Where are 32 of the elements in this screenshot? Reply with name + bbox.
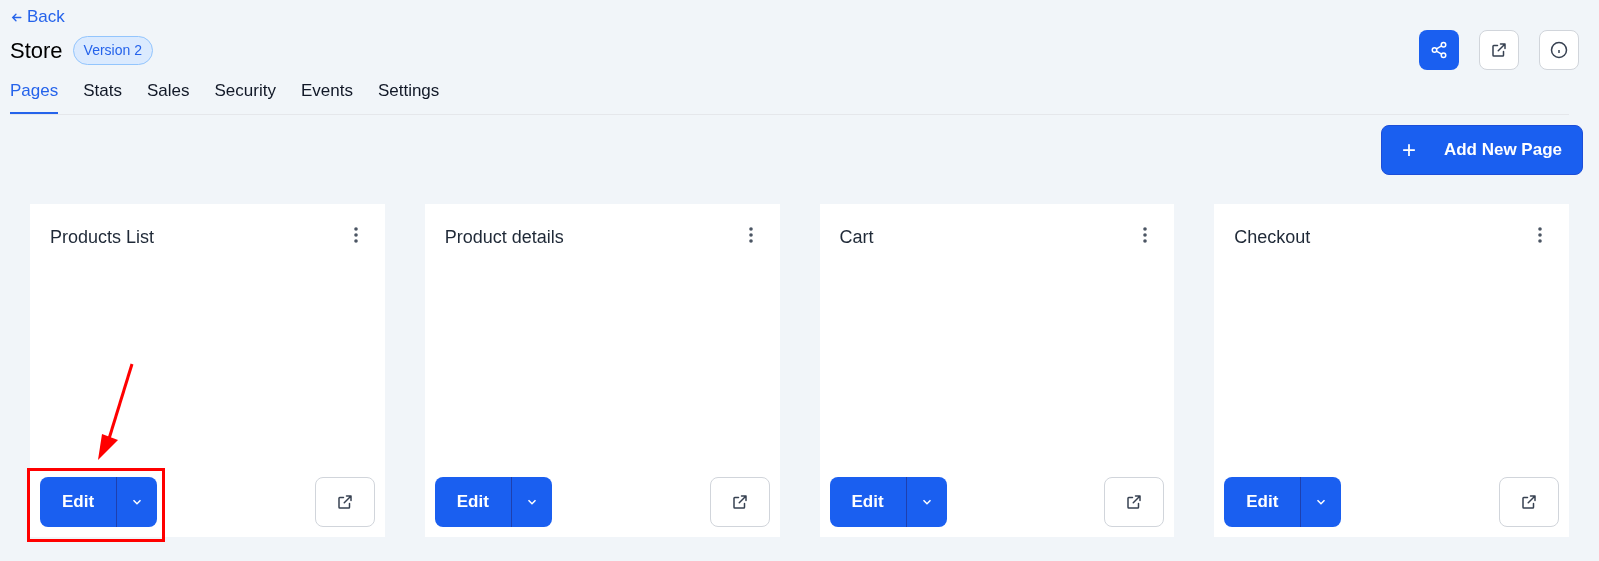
tab[interactable]: Settings	[377, 74, 440, 114]
version-badge: Version 2	[72, 36, 153, 65]
back-link[interactable]: Back	[10, 6, 65, 28]
open-page-button[interactable]	[1104, 476, 1165, 527]
page-title: Store	[10, 37, 63, 65]
tab[interactable]: Events	[300, 74, 353, 114]
external-link-icon	[335, 492, 354, 511]
open-page-button[interactable]	[709, 476, 770, 527]
more-options-icon[interactable]	[1537, 225, 1543, 244]
tab[interactable]: Sales	[146, 74, 190, 114]
card-title: Checkout	[1234, 225, 1311, 249]
info-icon	[1550, 41, 1568, 59]
share-button[interactable]	[1419, 30, 1459, 70]
external-link-icon	[730, 492, 749, 511]
info-button[interactable]	[1539, 30, 1579, 70]
card-title: Product details	[444, 225, 564, 249]
more-options-icon[interactable]	[747, 225, 754, 244]
card-title: Cart	[839, 225, 874, 249]
tab[interactable]: Pages	[10, 74, 59, 114]
external-link-icon	[1490, 41, 1508, 59]
more-options-icon[interactable]	[352, 225, 359, 244]
external-link-icon	[1520, 492, 1538, 511]
external-link-icon	[1125, 492, 1144, 511]
share-icon	[1430, 41, 1448, 59]
tab[interactable]: Security	[214, 74, 276, 114]
card-title: Products List	[50, 225, 155, 249]
add-new-page-button[interactable]: + Add New Page	[1380, 124, 1583, 175]
open-page-button[interactable]	[1499, 476, 1559, 527]
open-page-button[interactable]	[314, 476, 375, 527]
tab[interactable]: Stats	[83, 74, 122, 114]
open-external-button[interactable]	[1479, 30, 1519, 70]
more-options-icon[interactable]	[1142, 225, 1149, 244]
